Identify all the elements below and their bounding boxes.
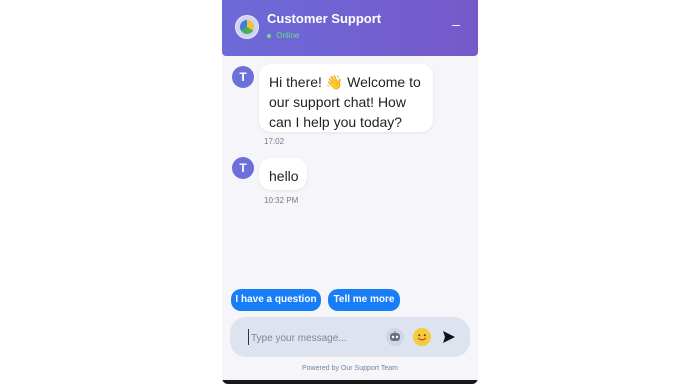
message-input[interactable] bbox=[249, 330, 373, 346]
chat-header: Customer Support Online – bbox=[222, 0, 478, 56]
logo-icon-graphic bbox=[240, 20, 254, 34]
powered-by-text: Powered by Our Support Team bbox=[302, 365, 398, 372]
message-composer bbox=[230, 317, 470, 357]
send-icon[interactable] bbox=[440, 328, 458, 346]
message-text: hello bbox=[269, 168, 299, 184]
message-time: 10:32 PM bbox=[264, 196, 299, 205]
message-bubble: Hi there! 👋 Welcome to our support chat!… bbox=[259, 64, 433, 132]
quick-reply-more-button[interactable]: Tell me more bbox=[328, 289, 400, 311]
chat-widget: Customer Support Online – T Hi there! 👋 … bbox=[222, 0, 478, 384]
emoji-icon[interactable] bbox=[413, 328, 431, 346]
emoji-icon-graphic bbox=[414, 329, 430, 345]
assistant-avatar: T bbox=[232, 66, 254, 88]
message-bubble: hello bbox=[259, 158, 307, 190]
assistant-avatar: T bbox=[232, 157, 254, 179]
status-text: Online bbox=[267, 31, 299, 40]
online-status-icon bbox=[267, 33, 271, 38]
quick-reply-question-button[interactable]: I have a question bbox=[231, 289, 321, 311]
avatar-letter: T bbox=[239, 70, 247, 84]
status-label: Online bbox=[276, 31, 300, 40]
minimize-button[interactable]: – bbox=[448, 16, 464, 32]
avatar-letter: T bbox=[239, 161, 247, 175]
message-text: Hi there! 👋 Welcome to our support chat!… bbox=[269, 74, 421, 130]
send-icon-graphic bbox=[443, 331, 455, 343]
quick-replies: I have a question Tell me more bbox=[231, 289, 471, 313]
bot-icon-graphic bbox=[390, 331, 400, 341]
logo-icon bbox=[235, 15, 259, 39]
bot-icon[interactable] bbox=[386, 328, 404, 346]
bottom-edge bbox=[222, 380, 478, 384]
message-time: 17:02 bbox=[264, 137, 285, 146]
chat-title: Customer Support bbox=[267, 11, 382, 26]
